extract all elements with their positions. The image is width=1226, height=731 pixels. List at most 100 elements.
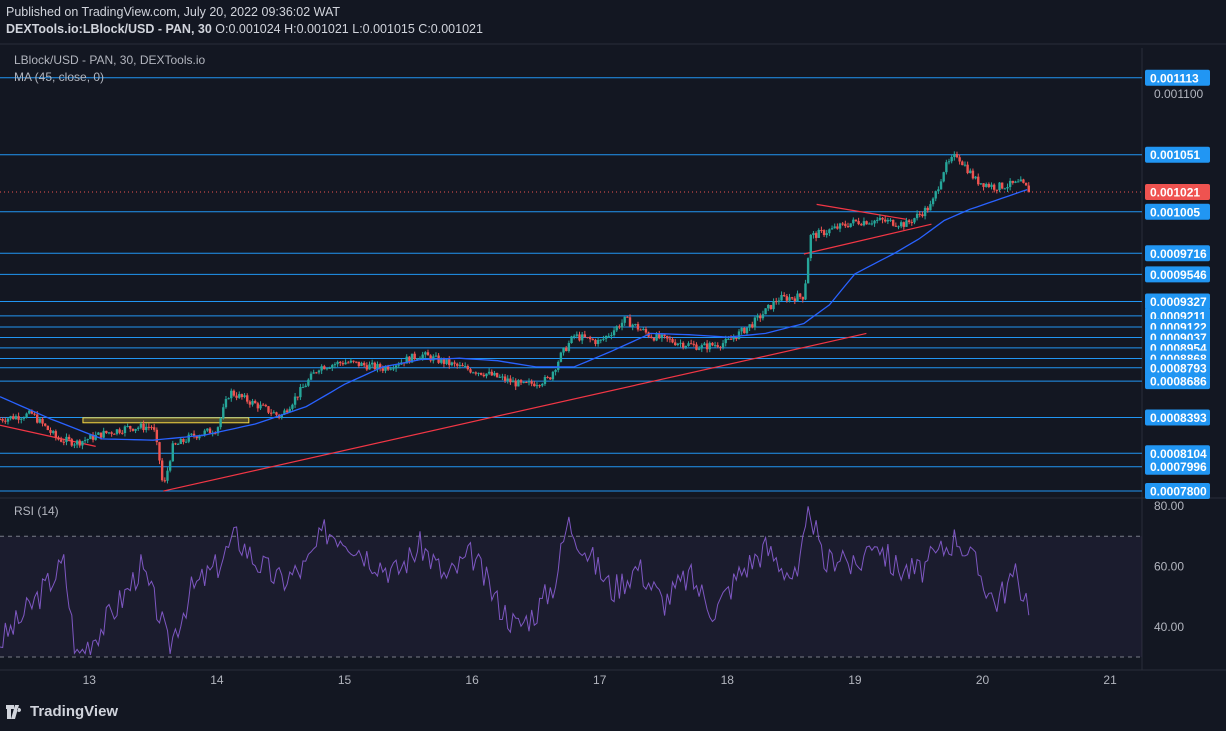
candle-body [998, 182, 1001, 191]
candle-body [230, 390, 233, 399]
candle-body [862, 221, 866, 226]
candle-body [272, 412, 276, 414]
candle-body [990, 184, 993, 187]
candle-body [841, 223, 844, 225]
candle-body [586, 337, 589, 339]
candle-body [830, 228, 834, 230]
candle-body [724, 338, 727, 344]
rsi-tick-label: 40.00 [1154, 620, 1184, 634]
level-price-label: 0.0007800 [1150, 485, 1207, 499]
candle-body [54, 431, 58, 438]
candle-body [317, 370, 321, 373]
candle-body [804, 283, 807, 300]
candlesticks [0, 151, 1030, 484]
candle-body [514, 380, 517, 387]
candle-body [299, 387, 302, 398]
rsi-tick-label: 60.00 [1154, 559, 1184, 573]
candle-body [312, 372, 315, 374]
open-value: O:0.001024 [215, 22, 281, 36]
candle-body [139, 423, 143, 428]
candle-body [131, 428, 135, 431]
candle-body [70, 439, 73, 446]
candle-body [626, 316, 629, 318]
candle-body [248, 401, 252, 405]
candle-body [25, 413, 28, 418]
tradingview-logo[interactable]: TradingView [6, 703, 118, 720]
candle-body [735, 337, 738, 339]
candle-body [509, 378, 512, 383]
candle-body [708, 342, 711, 350]
ma-legend[interactable]: MA (45, close, 0) [14, 70, 104, 84]
candle-body [166, 470, 169, 481]
candle-body [857, 220, 860, 225]
level-price-label: 0.001005 [1150, 205, 1200, 219]
candle-body [721, 343, 725, 348]
candle-body [562, 347, 565, 353]
candle-body [822, 230, 826, 236]
candle-body [464, 366, 467, 368]
candle-body [644, 329, 648, 333]
candle-body [703, 343, 706, 346]
series-legend[interactable]: LBlock/USD - PAN, 30, DEXTools.io [14, 53, 205, 67]
candle-body [20, 418, 23, 420]
candle-body [825, 233, 828, 236]
candle-body [134, 428, 137, 431]
candle-body [184, 441, 188, 443]
candle-body [756, 315, 759, 318]
candle-body [471, 372, 475, 374]
candle-body [301, 387, 305, 389]
candle-body [1008, 180, 1012, 187]
candle-body [333, 364, 337, 366]
candle-body [38, 418, 42, 423]
candle-body [190, 433, 193, 435]
consolidation-zone [82, 417, 250, 424]
candle-body [243, 395, 246, 398]
price-axis: 0.001100 0.001113 0.001051 0.001005 0.000971… [1145, 69, 1210, 634]
candle-body [963, 164, 967, 166]
candle-body [897, 226, 900, 228]
candle-body [737, 331, 741, 339]
candle-body [812, 233, 815, 236]
candle-body [854, 219, 858, 221]
candle-body [639, 329, 642, 331]
candle-body [549, 377, 552, 380]
candle-body [905, 220, 908, 227]
candle-body [538, 385, 541, 387]
candle-body [798, 293, 802, 297]
last-price-label: 0.001021 [1150, 185, 1200, 199]
candle-body [740, 327, 743, 332]
rsi-tick-label: 80.00 [1154, 499, 1184, 513]
candle-body [700, 345, 703, 349]
candle-body [365, 365, 369, 370]
candle-body [950, 156, 953, 162]
candle-body [118, 429, 121, 433]
candle-body [386, 366, 390, 370]
candle-body [743, 327, 746, 334]
candle-body [525, 382, 528, 384]
candle-body [533, 383, 536, 387]
candle-body [99, 432, 103, 438]
candle-body [679, 342, 682, 344]
candle-body [12, 416, 15, 420]
candle-body [881, 217, 884, 220]
candle-body [958, 157, 961, 162]
candle-body [83, 440, 87, 442]
candle-body [240, 394, 244, 398]
level-price-label: 0.0009327 [1150, 295, 1207, 309]
candle-body [995, 189, 999, 191]
candle-body [78, 440, 81, 446]
candle-body [17, 416, 20, 420]
candle-body [663, 334, 666, 336]
candle-body [902, 222, 906, 227]
candle-body [583, 334, 587, 338]
candle-body [929, 204, 932, 211]
candle-body [594, 339, 597, 344]
candle-body [442, 358, 446, 364]
candle-body [642, 329, 645, 331]
x-tick-label: 15 [338, 673, 352, 687]
candle-body [541, 383, 544, 386]
rsi-legend[interactable]: RSI (14) [14, 504, 59, 518]
candle-body [397, 364, 400, 366]
price-chart[interactable]: 0.001100 0.001113 0.001051 0.001005 0.000971… [0, 0, 1226, 731]
candle-body [870, 223, 874, 225]
